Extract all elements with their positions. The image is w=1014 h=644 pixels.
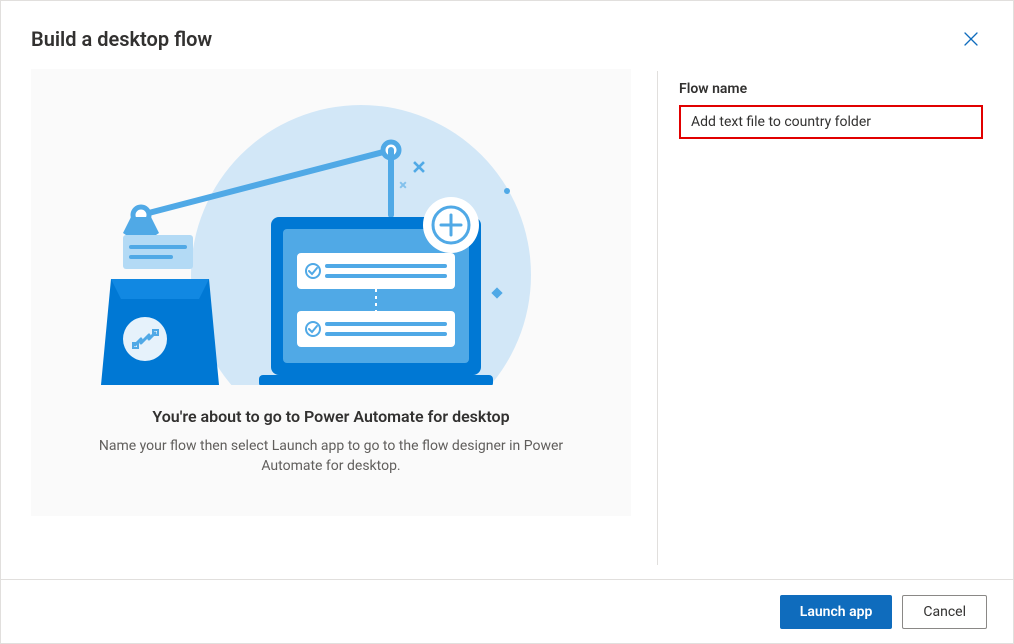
vertical-divider (657, 71, 658, 565)
intro-subtext: Name your flow then select Launch app to… (71, 436, 591, 476)
flow-name-highlight (679, 105, 983, 139)
launch-app-button[interactable]: Launch app (780, 595, 893, 629)
dialog-body: You're about to go to Power Automate for… (1, 69, 1013, 516)
flow-illustration (101, 105, 561, 385)
flow-name-label: Flow name (679, 81, 983, 97)
desktop-flow-illustration-icon (101, 105, 561, 385)
form-pane: Flow name (679, 69, 983, 516)
dialog-title: Build a desktop flow (31, 27, 212, 51)
close-button[interactable] (957, 25, 985, 53)
intro-pane: You're about to go to Power Automate for… (31, 69, 631, 516)
dialog-header: Build a desktop flow (1, 1, 1013, 69)
cancel-button[interactable]: Cancel (902, 595, 987, 629)
close-icon (963, 31, 979, 47)
dialog-footer: Launch app Cancel (1, 579, 1013, 643)
flow-name-input[interactable] (681, 107, 981, 137)
intro-heading: You're about to go to Power Automate for… (152, 407, 509, 426)
